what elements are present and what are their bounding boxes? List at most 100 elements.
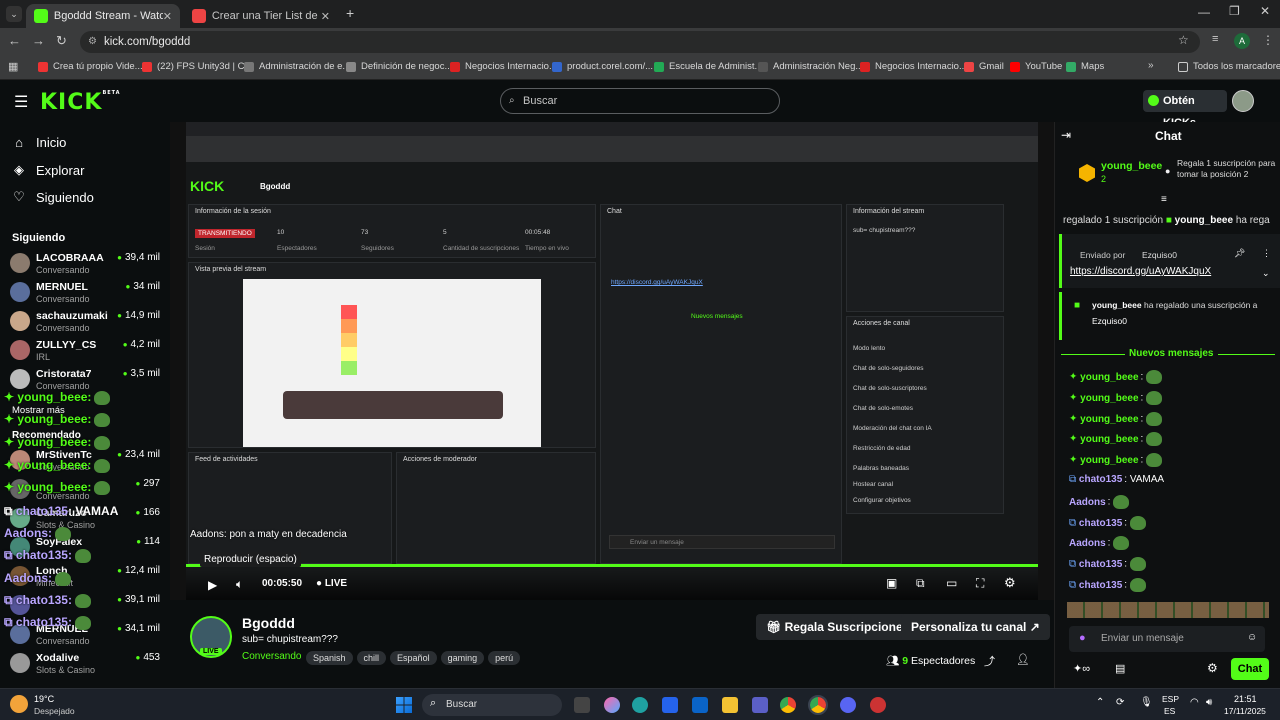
stream-category[interactable]: Conversando [242,651,301,662]
apps-icon[interactable]: ▦ [8,60,18,73]
nav-home[interactable]: ⌂ Inicio [12,135,66,150]
pin-icon[interactable]: 📌︎ [1234,248,1245,259]
speaker-icon[interactable]: 🔊︎ [1206,697,1212,708]
bookmark-item[interactable]: (22) FPS Unity3d | C... [142,61,252,72]
teams-icon[interactable] [752,697,768,713]
weather-icon[interactable] [10,695,28,713]
chevron-down-icon[interactable]: ⌄ [1262,268,1270,279]
settings-gear-icon[interactable]: ⚙ [1004,575,1016,591]
bookmark-item[interactable]: Negocios Internacio... [860,61,967,72]
microphone-icon[interactable]: ● [1079,632,1086,644]
lang-primary[interactable]: ESP [1162,694,1179,704]
chat-input[interactable]: ● Enviar un mensaje ☺ [1069,626,1265,652]
customize-channel-button[interactable]: Personaliza tu canal ↗ [901,614,1050,640]
store-icon[interactable]: ▤ [1115,662,1125,675]
chat-send-button[interactable]: Chat [1231,658,1269,680]
site-info-icon[interactable]: ⚙ [88,31,97,53]
emoji-icon[interactable]: ☺ [1247,632,1257,643]
close-window-icon[interactable]: ✕ [1260,4,1270,18]
bookmark-item[interactable]: YouTube [1010,61,1062,72]
app-icon[interactable] [870,697,886,713]
tray-chevron-icon[interactable]: ⌃ [1096,697,1104,708]
taskbar-search[interactable]: ⌕ Buscar [422,694,562,716]
close-tab-icon[interactable]: ✕ [321,10,330,23]
chrome-profile-icon[interactable] [808,695,828,715]
new-tab-icon[interactable]: + [346,5,354,21]
explorer-icon[interactable] [722,697,738,713]
collapse-pinned-icon[interactable]: ≡ [1161,194,1167,205]
kick-logo[interactable]: KICKBETA [40,90,121,115]
bookmark-item[interactable]: Administración de e... [244,61,350,72]
close-tab-icon[interactable]: ✕ [163,10,172,23]
tag[interactable]: Español [390,651,437,665]
following-channel[interactable]: ZULLYY_CSIRL4,2 mil [10,337,160,365]
bookmark-item[interactable]: Escuela de Administ... [654,61,762,72]
more-icon[interactable]: ⋮ [1262,248,1271,259]
outlook-icon[interactable] [692,697,708,713]
bookmark-item[interactable]: Crea tú propio Vide... [38,61,143,72]
tag[interactable]: Spanish [306,651,353,665]
nav-explore[interactable]: ◈ Explorar [12,162,84,178]
following-channel[interactable]: sachauzumakiConversando14,9 mil [10,308,160,336]
fullscreen-icon[interactable]: ⛶ [976,576,984,591]
emote-bar[interactable] [1067,602,1269,618]
copilot-icon[interactable] [604,697,620,713]
kicks-balance-icon[interactable]: ✦∞ [1073,662,1090,675]
recommended-channel[interactable]: XodaliveSlots & Casino453 [10,650,160,678]
video-player[interactable]: KICK Bgoddd Información de la sesión TRA… [170,122,1054,600]
all-bookmarks-folder[interactable]: Todos los marcadores [1178,61,1280,72]
tag[interactable]: chill [356,651,387,665]
restore-icon[interactable]: ❐ [1229,4,1240,18]
chrome-icon[interactable] [780,697,796,713]
clock-time[interactable]: 21:51 [1234,694,1257,704]
wifi-icon[interactable]: ◠ [1190,697,1199,708]
search-input[interactable]: ⌕ Buscar [500,88,780,114]
bookmark-item[interactable]: Maps [1066,61,1104,72]
bookmark-item[interactable]: Definición de negoc... [346,61,452,72]
follow-icon[interactable]: 👤︎ [1016,653,1030,666]
more-bookmarks-icon[interactable]: » [1148,60,1154,71]
tab-tierlist[interactable]: Crear una Tier List de elmodre ✕ [184,4,338,28]
clip-icon[interactable]: ▣ [886,576,897,590]
hamburger-menu-icon[interactable]: ☰ [14,92,28,112]
minimize-icon[interactable]: — [1198,5,1210,19]
collapse-chat-icon[interactable]: ⇥ [1061,128,1071,142]
back-icon[interactable]: ← [8,33,21,48]
edge-icon[interactable] [632,697,648,713]
reload-icon[interactable]: ↻ [56,33,67,49]
play-icon[interactable]: ▶ [208,578,217,592]
forward-icon[interactable]: → [32,33,45,48]
following-channel[interactable]: MERNUELConversando34 mil [10,279,160,307]
task-view-icon[interactable] [574,697,590,713]
volume-icon[interactable]: 🔈︎ [236,577,243,592]
bookmark-item[interactable]: product.corel.com/... [552,61,653,72]
tag[interactable]: gaming [440,651,485,665]
user-avatar[interactable] [1232,90,1254,112]
progress-bar[interactable] [186,564,1038,567]
store-app-icon[interactable] [662,697,678,713]
tab-search-icon[interactable]: ⌄ [6,6,22,22]
nav-following[interactable]: ♡ Siguiendo [12,189,94,205]
pinned-message[interactable]: Enviado por Ezquiso0 📌︎ ⋮ https://discor… [1059,234,1280,288]
menu-icon[interactable]: ⋮ [1262,33,1274,47]
bookmark-item[interactable]: Gmail [964,61,1004,72]
share-icon[interactable]: ⤴ [984,653,995,669]
tag[interactable]: perú [488,651,521,665]
theater-icon[interactable]: ▭ [946,576,957,590]
following-channel[interactable]: LACOBRAAAConversando39,4 mil [10,250,160,278]
gift-subs-button[interactable]: 🎁︎ Regala Suscripciones [756,614,920,640]
url-field[interactable]: ⚙ kick.com/bgoddd [80,31,1200,53]
network-icon[interactable]: ⟳ [1116,697,1124,708]
mic-icon[interactable]: 🎙︎ [1140,697,1153,708]
streamer-name[interactable]: Bgoddd [242,615,295,631]
discord-icon[interactable] [840,697,856,713]
chat-settings-icon[interactable]: ⚙ [1207,661,1218,675]
start-icon[interactable] [396,697,412,713]
pip-icon[interactable]: ⧉ [916,576,925,591]
get-kicks-button[interactable]: Obtén KICKs [1143,90,1227,129]
bookmark-item[interactable]: Negocios Internacio... [450,61,557,72]
bookmark-star-icon[interactable]: ☆ [1178,33,1189,47]
extensions-icon[interactable]: ≡ [1212,33,1218,45]
bookmark-item[interactable]: Administración Neg... [758,61,863,72]
profile-avatar[interactable]: A [1234,33,1250,49]
